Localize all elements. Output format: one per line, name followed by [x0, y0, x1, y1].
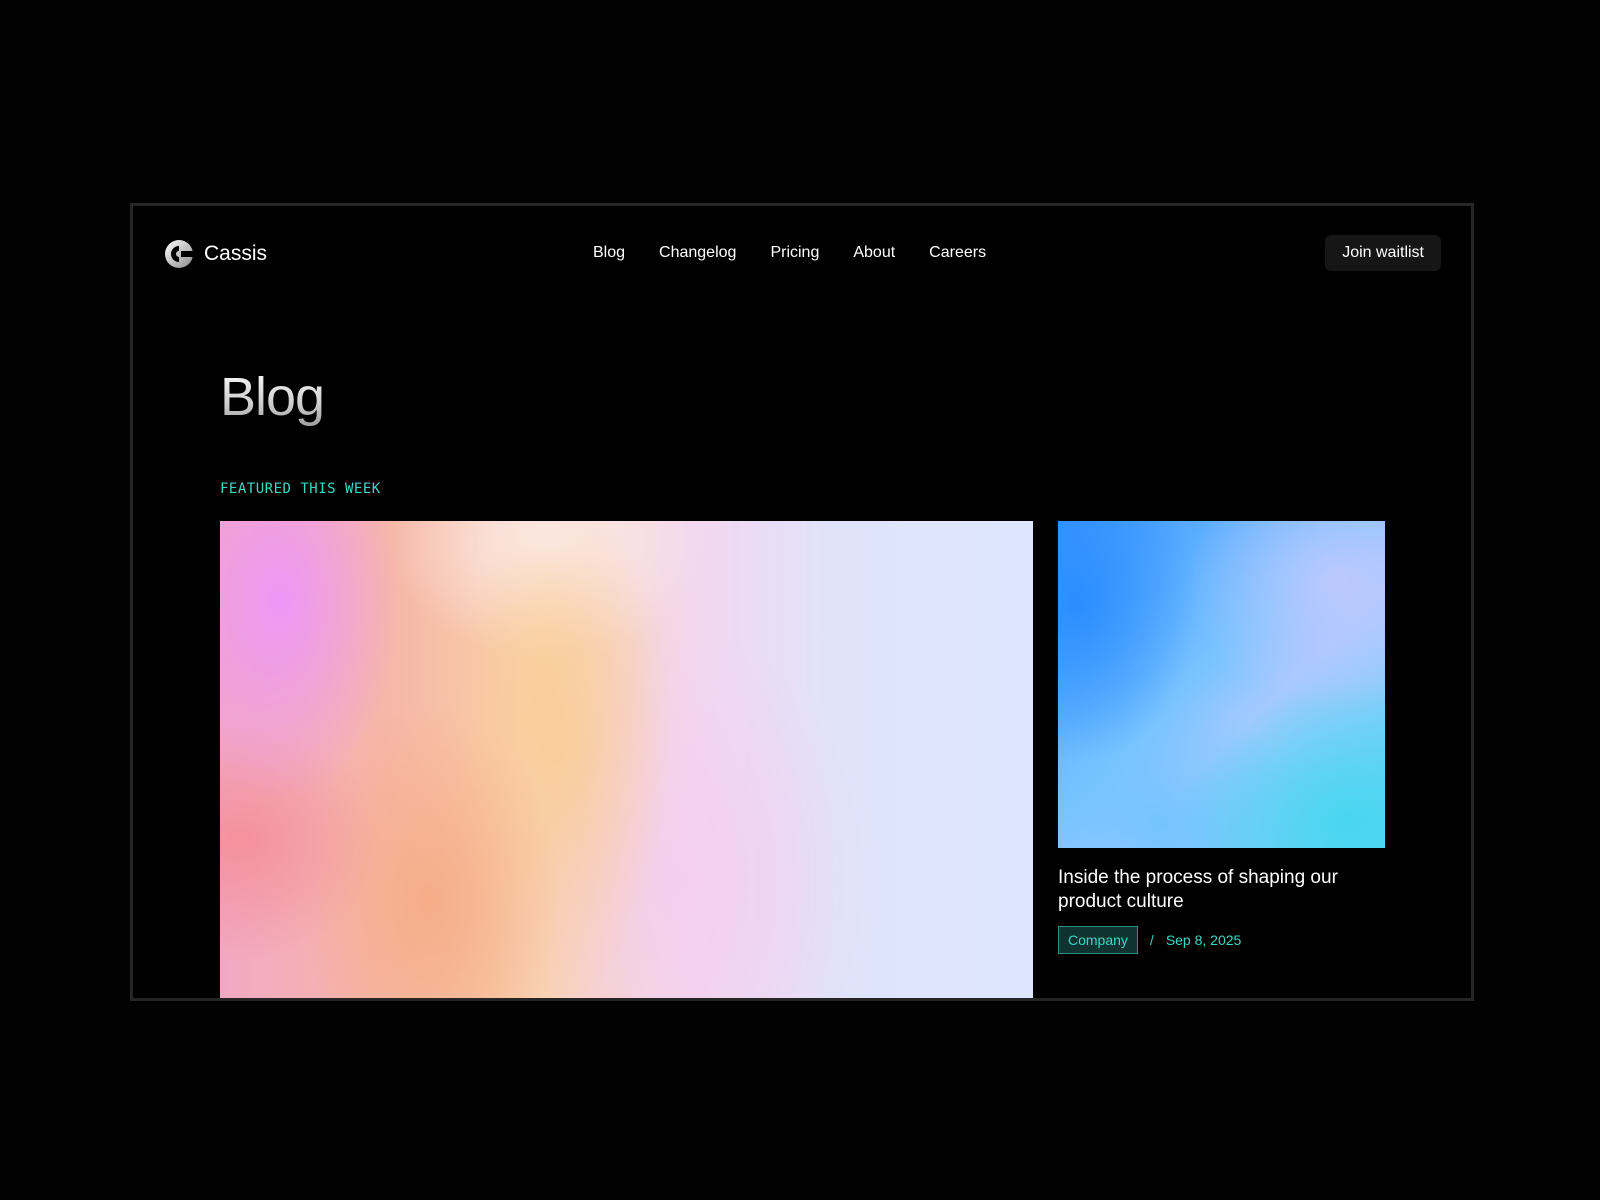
nav-link-careers[interactable]: Careers	[929, 244, 986, 262]
brand-name: Cassis	[204, 242, 268, 265]
post-date: Sep 8, 2025	[1165, 932, 1242, 948]
side-post-title[interactable]: Inside the process of shaping our produc…	[1058, 866, 1385, 914]
nav-link-about[interactable]: About	[853, 244, 895, 262]
nav-link-blog[interactable]: Blog	[593, 244, 625, 262]
brand[interactable]: Cassis	[164, 239, 267, 269]
side-post-card: Inside the process of shaping our produc…	[1058, 521, 1385, 954]
top-nav: Cassis Blog Changelog Pricing About Care…	[133, 206, 1471, 306]
join-waitlist-button[interactable]: Join waitlist	[1325, 235, 1441, 271]
side-post-meta: Company / Sep 8, 2025	[1058, 926, 1385, 954]
cassis-logo-icon	[165, 240, 194, 268]
nav-link-pricing[interactable]: Pricing	[770, 244, 819, 262]
browser-frame: Cassis Blog Changelog Pricing About Care…	[130, 203, 1474, 1001]
page-title: Blog	[220, 367, 325, 427]
featured-post-image[interactable]	[220, 521, 1033, 998]
nav-link-changelog[interactable]: Changelog	[659, 244, 736, 262]
section-label: FEATURED THIS WEEK	[220, 481, 381, 497]
side-post-image[interactable]	[1058, 521, 1385, 848]
category-tag[interactable]: Company	[1058, 926, 1138, 954]
nav-links: Blog Changelog Pricing About Careers	[593, 244, 986, 262]
meta-separator: /	[1149, 932, 1154, 948]
